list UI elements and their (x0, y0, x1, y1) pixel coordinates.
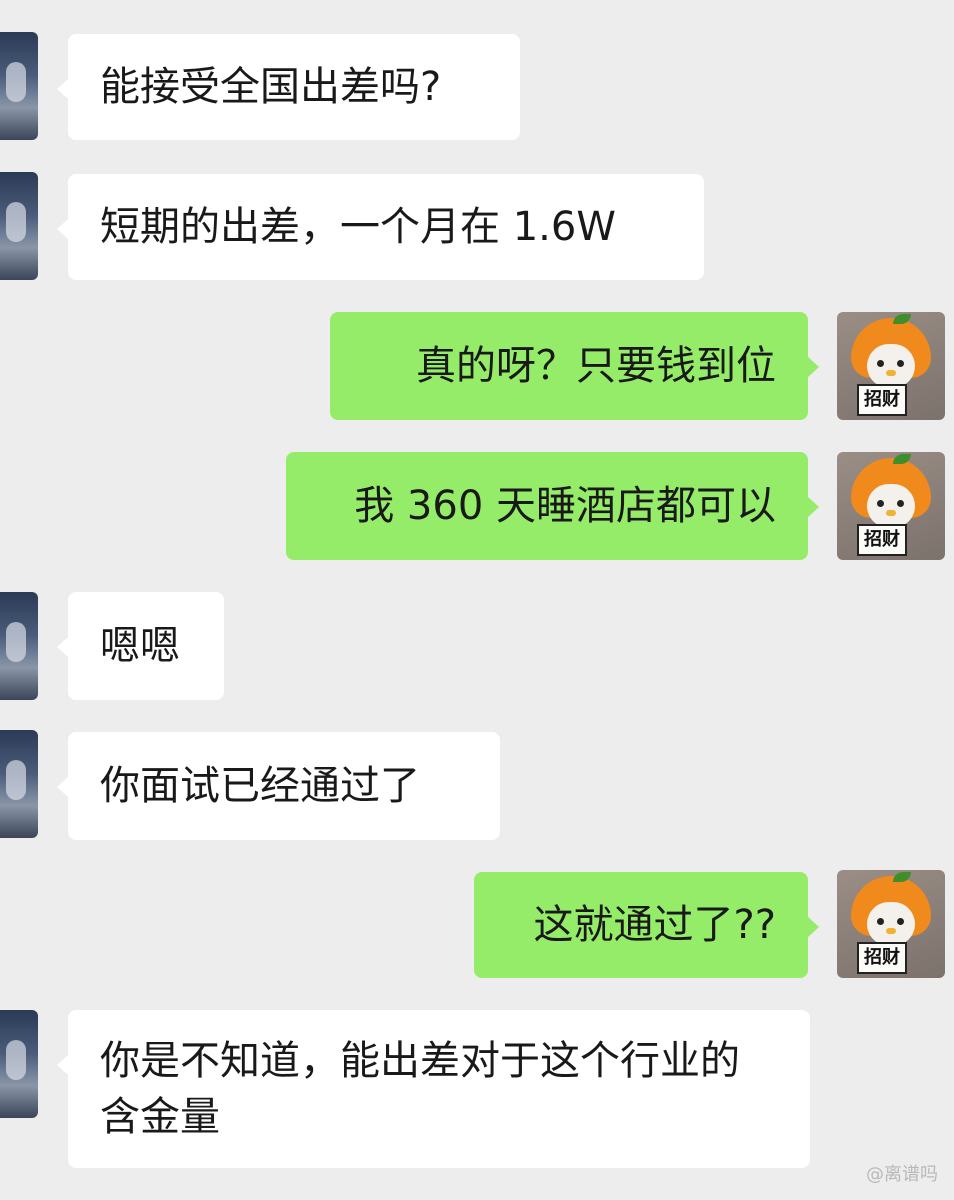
penguin-avatar-icon[interactable]: 招财 (837, 312, 945, 420)
message-row-8: 你是不知道，能出差对于这个行业的含金量 (0, 1010, 954, 1170)
message-text: 你面试已经通过了 (100, 763, 420, 809)
message-row-3: 真的呀？只要钱到位 招财 (0, 312, 954, 420)
message-bubble-outgoing[interactable]: 真的呀？只要钱到位 (330, 312, 819, 420)
message-bubble-incoming[interactable]: 能接受全国出差吗? (57, 34, 520, 140)
message-row-6: 你面试已经通过了 (0, 730, 954, 840)
message-text: 短期的出差，一个月在 1.6W (100, 204, 616, 250)
contact-avatar-icon[interactable] (0, 32, 38, 140)
contact-avatar-icon[interactable] (0, 172, 38, 280)
message-row-5: 嗯嗯 (0, 592, 954, 700)
message-row-2: 短期的出差，一个月在 1.6W (0, 172, 954, 280)
avatar-sign: 招财 (857, 524, 907, 556)
message-bubble-outgoing[interactable]: 我 360 天睡酒店都可以 (286, 452, 819, 560)
chat-area[interactable]: 能接受全国出差吗? 短期的出差，一个月在 1.6W 真的呀？只要钱到位 招财 我… (0, 0, 954, 1200)
message-bubble-outgoing[interactable]: 这就通过了?? (474, 872, 819, 978)
message-row-1: 能接受全国出差吗? (0, 32, 954, 140)
message-text: 真的呀？只要钱到位 (416, 343, 776, 389)
message-bubble-incoming[interactable]: 嗯嗯 (57, 592, 224, 700)
message-row-7: 这就通过了?? 招财 (0, 870, 954, 978)
contact-avatar-icon[interactable] (0, 730, 38, 838)
message-text: 这就通过了?? (533, 902, 776, 948)
message-bubble-incoming[interactable]: 短期的出差，一个月在 1.6W (57, 174, 704, 280)
avatar-sign: 招财 (857, 942, 907, 974)
message-text: 你是不知道，能出差对于这个行业的含金量 (100, 1038, 740, 1140)
message-text: 嗯嗯 (100, 623, 180, 669)
contact-avatar-icon[interactable] (0, 592, 38, 700)
avatar-sign: 招财 (857, 384, 907, 416)
message-text: 能接受全国出差吗? (100, 64, 442, 110)
message-row-4: 我 360 天睡酒店都可以 招财 (0, 452, 954, 560)
penguin-avatar-icon[interactable]: 招财 (837, 452, 945, 560)
message-bubble-incoming[interactable]: 你面试已经通过了 (57, 732, 500, 840)
penguin-avatar-icon[interactable]: 招财 (837, 870, 945, 978)
contact-avatar-icon[interactable] (0, 1010, 38, 1118)
watermark: @离谱吗 (866, 1164, 938, 1185)
message-text: 我 360 天睡酒店都可以 (354, 483, 776, 529)
message-bubble-incoming[interactable]: 你是不知道，能出差对于这个行业的含金量 (57, 1010, 810, 1168)
